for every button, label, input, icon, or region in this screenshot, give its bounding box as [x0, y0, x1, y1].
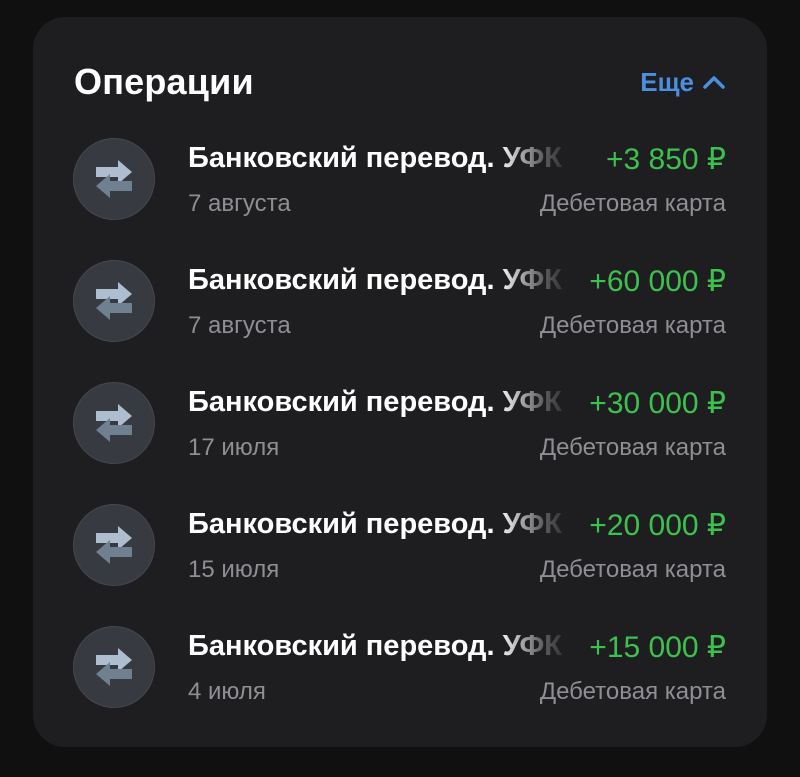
operation-name: Банковский перевод. УФК: [188, 264, 562, 296]
operation-account: Дебетовая карта: [539, 190, 726, 217]
more-button-label: Еще: [640, 66, 694, 97]
operation-name: Банковский перевод. УФК: [188, 508, 562, 540]
operations-card: Операции Еще Банковский перевод. УФК +3 …: [33, 17, 767, 747]
operation-date: 7 августа: [188, 312, 291, 339]
operation-amount: +20 000 ₽: [583, 508, 726, 543]
operation-item[interactable]: Банковский перевод. УФК +30 000 ₽ 17 июл…: [33, 366, 767, 488]
operation-item[interactable]: Банковский перевод. УФК +15 000 ₽ 4 июля…: [33, 610, 767, 732]
operation-date: 15 июля: [188, 556, 280, 583]
operation-account: Дебетовая карта: [539, 678, 726, 705]
operation-date: 17 июля: [188, 434, 280, 461]
operation-item[interactable]: Банковский перевод. УФК +60 000 ₽ 7 авгу…: [33, 244, 767, 366]
transfer-arrows-icon: [73, 260, 155, 342]
operation-date: 4 июля: [188, 678, 266, 705]
operation-account: Дебетовая карта: [539, 434, 726, 461]
operation-item[interactable]: Банковский перевод. УФК +3 850 ₽ 7 авгус…: [33, 122, 767, 244]
operation-account: Дебетовая карта: [539, 556, 726, 583]
operation-item[interactable]: Банковский перевод. УФК +20 000 ₽ 15 июл…: [33, 488, 767, 610]
operation-amount: +15 000 ₽: [583, 630, 726, 665]
operation-amount: +60 000 ₽: [583, 264, 726, 299]
page-title: Операции: [74, 61, 254, 102]
operation-date: 7 августа: [188, 190, 291, 217]
operations-list: Банковский перевод. УФК +3 850 ₽ 7 авгус…: [33, 122, 767, 732]
operation-amount: +30 000 ₽: [583, 386, 726, 421]
transfer-arrows-icon: [73, 504, 155, 586]
operation-amount: +3 850 ₽: [599, 142, 726, 177]
transfer-arrows-icon: [73, 138, 155, 220]
operation-name: Банковский перевод. УФК: [188, 142, 562, 174]
operation-name: Банковский перевод. УФК: [188, 630, 562, 662]
operation-name: Банковский перевод. УФК: [188, 386, 562, 418]
transfer-arrows-icon: [73, 382, 155, 464]
chevron-up-icon: [702, 74, 726, 90]
operation-account: Дебетовая карта: [539, 312, 726, 339]
more-button[interactable]: Еще: [640, 67, 726, 98]
transfer-arrows-icon: [73, 626, 155, 708]
operations-header: Операции Еще: [74, 57, 726, 107]
